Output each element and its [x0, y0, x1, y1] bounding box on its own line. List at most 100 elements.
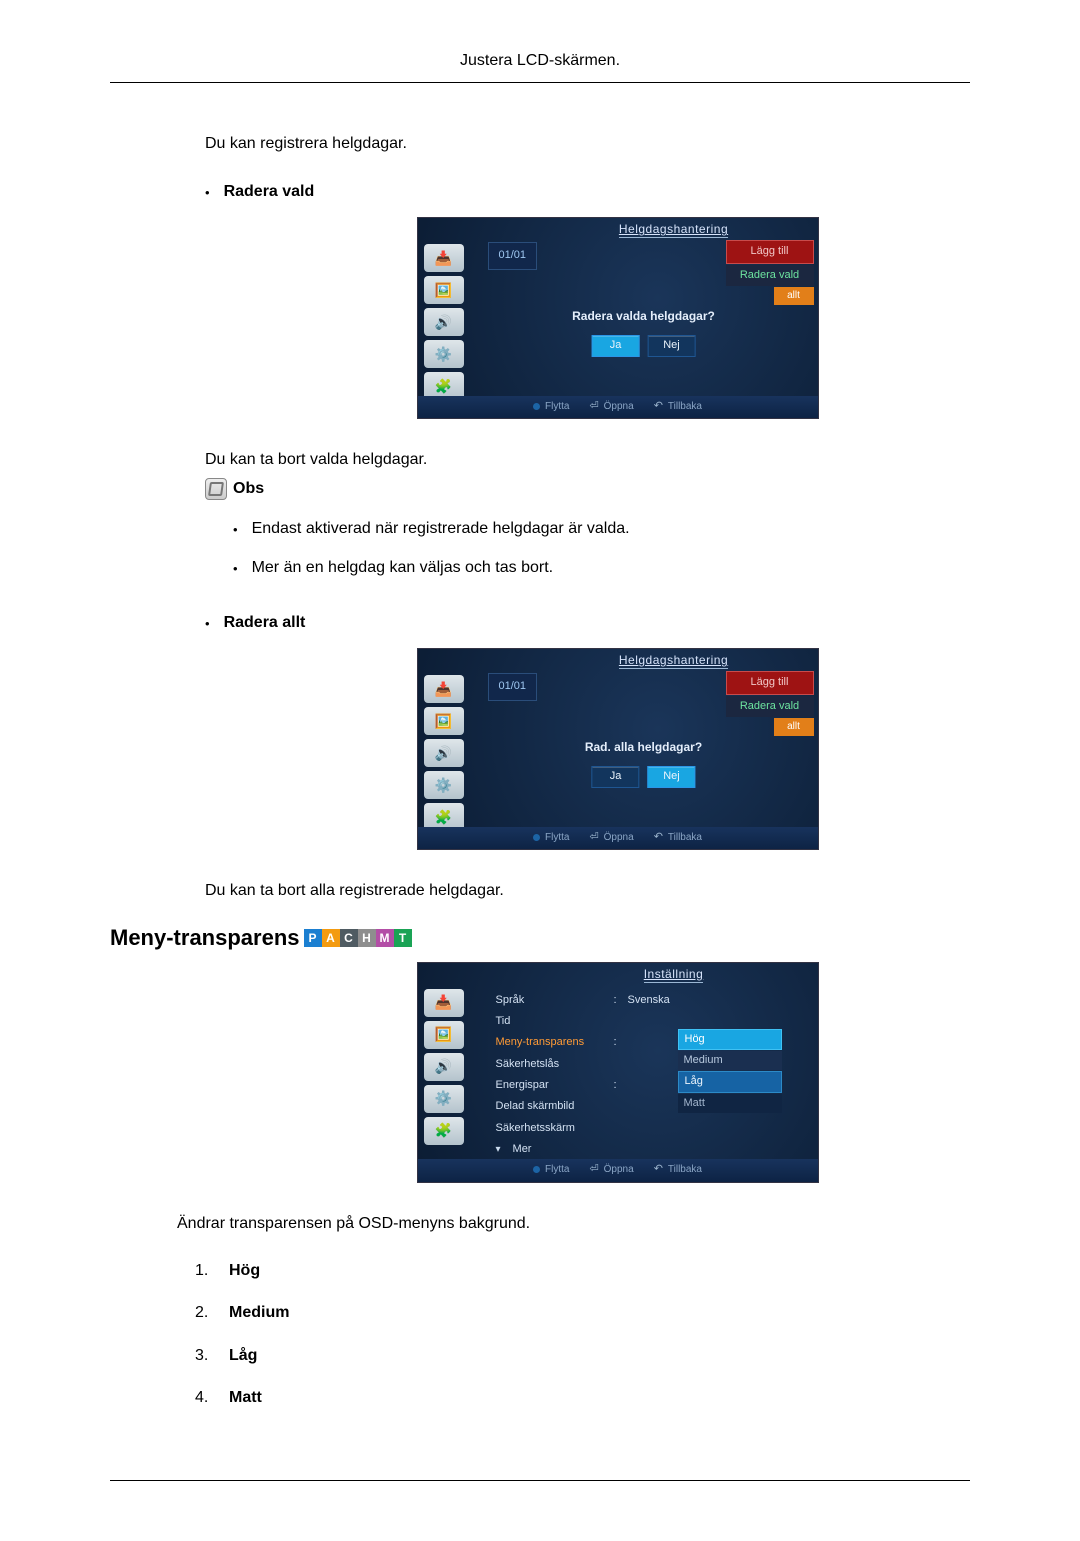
osd-no-button[interactable]: Nej — [648, 766, 696, 787]
osd-option-matt[interactable]: Matt — [678, 1094, 782, 1113]
enter-icon: ⏎ — [589, 399, 598, 414]
radera-vald-label: Radera vald — [224, 181, 315, 203]
bullet-dot-icon: • — [205, 612, 210, 637]
osd-option-hog[interactable]: Hög — [678, 1029, 782, 1050]
osd-panel: Helgdagshantering 📥 🖼️ 🔊 ⚙️ 🧩 01/01 Lägg… — [417, 217, 819, 419]
radera-vald-after-text: Du kan ta bort valda helgdagar. — [205, 449, 970, 471]
footer-rule — [110, 1480, 970, 1481]
option-item: 3. Låg — [195, 1345, 970, 1367]
mode-m-icon: M — [376, 929, 394, 947]
page-title: Justera LCD-skärmen. — [460, 52, 620, 69]
note-row: Obs — [205, 478, 970, 500]
osd-tab-setup-icon: ⚙️ — [424, 340, 464, 368]
osd-body: 📥 🖼️ 🔊 ⚙️ 🧩 01/01 Lägg till Radera vald … — [418, 649, 818, 849]
osd-sidebar: 📥 🖼️ 🔊 ⚙️ 🧩 — [418, 240, 470, 418]
osd-footer-open: ⏎Öppna — [589, 830, 633, 845]
setting-key: Språk — [496, 993, 606, 1008]
osd-sidebar: 📥 🖼️ 🔊 ⚙️ 🧩 — [418, 671, 470, 849]
page-header: Justera LCD-skärmen. — [110, 50, 970, 83]
osd-no-button[interactable]: Nej — [648, 335, 696, 356]
osd-footer-open: ⏎Öppna — [589, 399, 633, 414]
osd-title: Helgdagshantering — [604, 221, 744, 238]
osd-body: 📥 🖼️ 🔊 ⚙️ 🧩 01/01 Lägg till Radera vald … — [418, 218, 818, 418]
osd-screenshot-radera-vald: Helgdagshantering 📥 🖼️ 🔊 ⚙️ 🧩 01/01 Lägg… — [265, 217, 970, 419]
move-indicator-icon — [533, 834, 540, 841]
osd-main: Språk : Svenska Tid Meny-transparens : — [470, 985, 818, 1182]
setting-key: Säkerhetslås — [496, 1057, 606, 1072]
osd-footer: Flytta ⏎Öppna ↶Tillbaka — [418, 827, 818, 849]
osd-panel: Helgdagshantering 📥 🖼️ 🔊 ⚙️ 🧩 01/01 Lägg… — [417, 648, 819, 850]
mode-icons: P A C H M T — [304, 929, 412, 947]
osd-setting-mer[interactable]: ▾ Mer — [496, 1142, 810, 1157]
option-number: 4. — [195, 1387, 213, 1409]
osd-main: 01/01 Lägg till Radera vald allt Rad. al… — [470, 671, 818, 849]
osd-option-lag[interactable]: Låg — [678, 1071, 782, 1092]
osd-dialog-question: Radera valda helgdagar? — [572, 308, 715, 325]
colon: : — [614, 1035, 620, 1050]
osd-tab-input-icon: 📥 — [424, 989, 464, 1017]
osd-date-value: 01/01 — [488, 242, 538, 269]
osd-footer-move: Flytta — [533, 1162, 569, 1177]
osd-tab-picture-icon: 🖼️ — [424, 1021, 464, 1049]
colon: : — [614, 1078, 620, 1093]
osd-footer: Flytta ⏎Öppna ↶Tillbaka — [418, 1159, 818, 1181]
osd-tab-input-icon: 📥 — [424, 244, 464, 272]
osd-action-highlight[interactable]: allt — [774, 718, 814, 736]
osd-action-add[interactable]: Lägg till — [726, 240, 814, 263]
content: Du kan registrera helgdagar. • Radera va… — [110, 133, 970, 1409]
setting-key: Säkerhetsskärm — [496, 1121, 606, 1136]
bullet-dot-icon: • — [205, 181, 210, 206]
option-number: 3. — [195, 1345, 213, 1367]
enter-icon: ⏎ — [589, 830, 598, 845]
setting-key: Delad skärmbild — [496, 1099, 606, 1114]
osd-yes-button[interactable]: Ja — [592, 766, 640, 787]
note-list: • Endast aktiverad när registrerade helg… — [233, 518, 970, 581]
osd-action-add[interactable]: Lägg till — [726, 671, 814, 694]
osd-option-stack: Hög Medium Låg Matt — [678, 1029, 782, 1114]
move-indicator-icon — [533, 1166, 540, 1173]
return-icon: ↶ — [654, 1162, 663, 1177]
osd-tab-multi-icon: 🧩 — [424, 1117, 464, 1145]
radera-allt-after-text: Du kan ta bort alla registrerade helgdag… — [205, 880, 970, 902]
osd-footer: Flytta ⏎Öppna ↶Tillbaka — [418, 396, 818, 418]
option-label: Låg — [229, 1345, 257, 1367]
setting-key: Meny-transparens — [496, 1035, 606, 1050]
osd-footer-back: ↶Tillbaka — [654, 830, 702, 845]
return-icon: ↶ — [654, 399, 663, 414]
colon: : — [614, 993, 620, 1008]
osd-dialog: Rad. alla helgdagar? Ja Nej — [585, 739, 702, 787]
osd-tab-sound-icon: 🔊 — [424, 308, 464, 336]
option-label: Hög — [229, 1260, 260, 1282]
osd-actions: Lägg till Radera vald allt — [726, 671, 814, 736]
osd-action-highlight[interactable]: allt — [774, 287, 814, 305]
note-item: • Mer än en helgdag kan väljas och tas b… — [233, 557, 970, 582]
setting-key: Tid — [496, 1014, 606, 1029]
osd-setting-sprak[interactable]: Språk : Svenska — [496, 993, 810, 1008]
osd-tab-setup-icon: ⚙️ — [424, 1085, 464, 1113]
setting-key: Energispar — [496, 1078, 606, 1093]
osd-tab-picture-icon: 🖼️ — [424, 707, 464, 735]
osd-option-medium[interactable]: Medium — [678, 1051, 782, 1070]
option-number: 1. — [195, 1260, 213, 1282]
osd-title: Helgdagshantering — [604, 652, 744, 669]
osd-yes-button[interactable]: Ja — [592, 335, 640, 356]
mode-h-icon: H — [358, 929, 376, 947]
option-item: 2.Medium — [195, 1302, 970, 1324]
osd-dialog-question: Rad. alla helgdagar? — [585, 739, 702, 756]
osd-tab-picture-icon: 🖼️ — [424, 276, 464, 304]
osd-tab-setup-icon: ⚙️ — [424, 771, 464, 799]
osd-setting-sakerhetsskarm[interactable]: Säkerhetsskärm — [496, 1121, 810, 1136]
osd-action-delete[interactable]: Radera vald — [726, 696, 814, 717]
osd-footer-back: ↶Tillbaka — [654, 399, 702, 414]
enter-icon: ⏎ — [589, 1162, 598, 1177]
osd-button-row: Ja Nej — [572, 335, 715, 356]
osd-setting-tid[interactable]: Tid — [496, 1014, 810, 1029]
osd-screenshot-radera-allt: Helgdagshantering 📥 🖼️ 🔊 ⚙️ 🧩 01/01 Lägg… — [265, 648, 970, 850]
mode-t-icon: T — [394, 929, 412, 947]
note-text: Mer än en helgdag kan väljas och tas bor… — [252, 557, 554, 579]
meny-transparens-heading-text: Meny-transparens — [110, 923, 300, 954]
mode-c-icon: C — [340, 929, 358, 947]
osd-body: 📥 🖼️ 🔊 ⚙️ 🧩 Språk : Svenska Tid — [418, 963, 818, 1182]
option-label: Medium — [229, 1302, 289, 1324]
osd-action-delete[interactable]: Radera vald — [726, 265, 814, 286]
